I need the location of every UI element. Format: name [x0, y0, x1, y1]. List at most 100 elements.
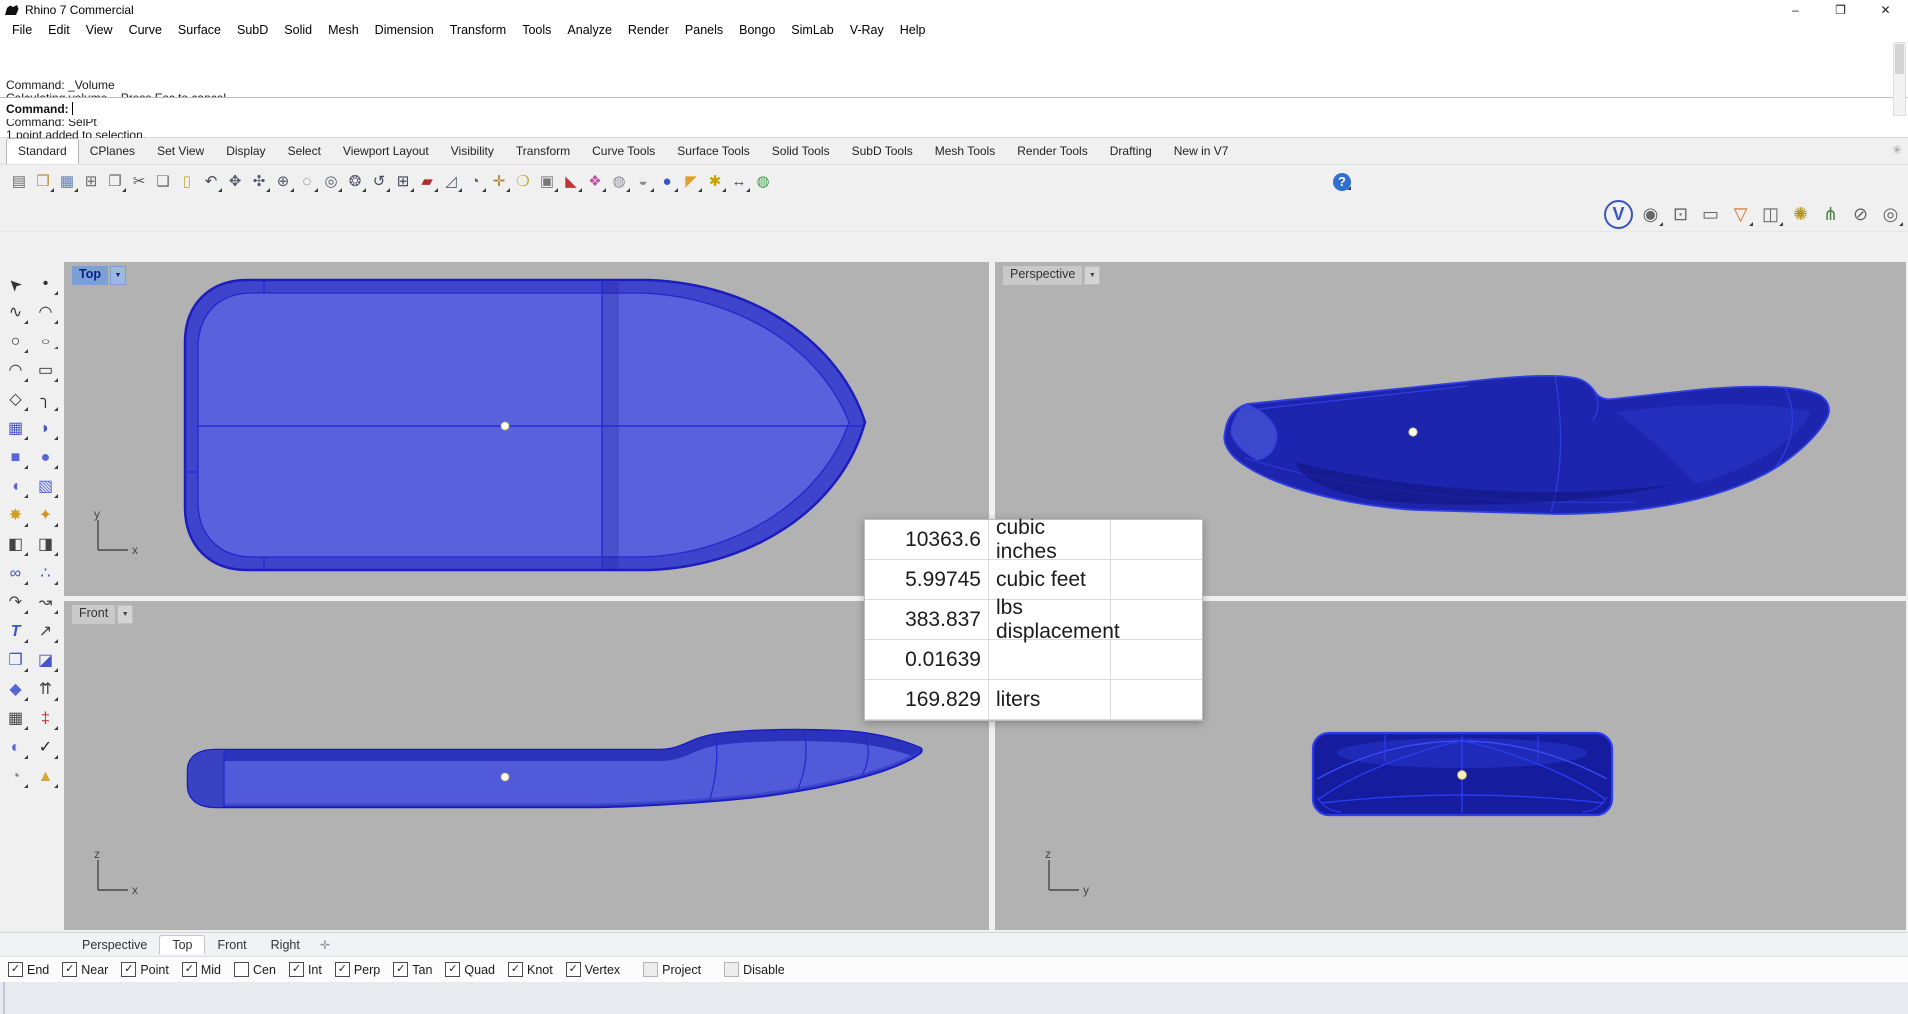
viewport-front-label[interactable]: Front ▼ [72, 605, 133, 624]
arc-icon[interactable]: ◠ [3, 359, 28, 383]
xray-display-icon[interactable]: ◒ [632, 171, 654, 193]
menu-item[interactable]: Mesh [320, 23, 367, 37]
toolbar-tab[interactable]: Render Tools [1006, 139, 1099, 164]
toolbar-tab[interactable]: CPlanes [79, 139, 146, 164]
measure-distance-icon[interactable]: ↔ [728, 171, 750, 193]
zoom-dynamic-icon[interactable]: ⊕ [272, 171, 294, 193]
zoom-window-icon[interactable]: ◌ [296, 171, 318, 193]
extract-surface-icon[interactable]: ✦ [33, 504, 58, 528]
ellipse-icon[interactable]: ○ [33, 335, 58, 350]
menu-item[interactable]: V-Ray [842, 23, 892, 37]
osnap-toggle[interactable]: ✓ Quad [445, 962, 495, 977]
toolbar-tab[interactable]: Select [277, 139, 332, 164]
osnap-toggle[interactable]: Disable [724, 962, 785, 977]
toolbar-options-gear-icon[interactable]: ✳ [1892, 143, 1902, 157]
maximize-button[interactable]: ❐ [1818, 0, 1863, 20]
checkbox[interactable]: ✓ [393, 962, 408, 977]
menu-item[interactable]: View [78, 23, 121, 37]
named-views-car-icon[interactable]: ▰ [416, 171, 438, 193]
boolean-difference-icon[interactable]: ◔ [3, 765, 28, 789]
chevron-down-icon[interactable]: ▼ [1084, 266, 1100, 285]
cut-icon[interactable]: ✂ [128, 171, 150, 193]
menu-item[interactable]: SimLab [783, 23, 841, 37]
earth-globe-icon[interactable]: ◍ [752, 171, 774, 193]
osnap-toggle-icon[interactable]: ◔ [464, 171, 486, 193]
box-icon[interactable]: ■ [3, 446, 28, 470]
options-gears-icon[interactable]: ✱ [704, 171, 726, 193]
toolbar-tab[interactable]: Viewport Layout [332, 139, 440, 164]
chevron-down-icon[interactable]: ▼ [117, 605, 133, 624]
toolbar-tab[interactable]: New in V7 [1163, 139, 1240, 164]
checkbox[interactable]: ✓ [121, 962, 136, 977]
toolbar-tab[interactable]: Set View [146, 139, 215, 164]
viewport-tab[interactable]: Front [205, 936, 258, 954]
curve-handles-icon[interactable]: ↝ [33, 591, 58, 615]
viewport-title[interactable]: Perspective [1003, 266, 1082, 285]
raytraced-display-icon[interactable]: ● [656, 171, 678, 193]
viewport-layout-icon[interactable]: ⊞ [392, 171, 414, 193]
viewport-title[interactable]: Top [72, 266, 108, 285]
checkbox[interactable]: ✓ [8, 962, 23, 977]
blend-blobs-icon[interactable]: ∞ [3, 562, 28, 586]
rotate-view-icon[interactable]: ✣ [248, 171, 270, 193]
viewport-tab[interactable]: Right [259, 936, 312, 954]
viewport-tab[interactable]: Perspective [70, 936, 159, 954]
vray-render-window-icon[interactable]: ⊡ [1668, 202, 1693, 227]
toolbar-tab[interactable]: Drafting [1099, 139, 1163, 164]
open-file-icon[interactable]: ❒ [32, 171, 54, 193]
curve-interpolate-icon[interactable]: ◠ [33, 301, 58, 325]
toolbar-tab[interactable]: Curve Tools [581, 139, 666, 164]
osnap-toggle[interactable]: ✓ Perp [335, 962, 380, 977]
cone-icon[interactable]: ▲ [33, 765, 58, 789]
shaded-display-icon[interactable]: ◣ [560, 171, 582, 193]
surface-revolve-icon[interactable]: ▧ [33, 475, 58, 499]
osnap-toggle[interactable]: ✓ Tan [393, 962, 432, 977]
menu-item[interactable]: Panels [677, 23, 731, 37]
curved-surface-icon[interactable]: ◗ [33, 417, 58, 441]
polygon-icon[interactable]: ◇ [3, 388, 28, 412]
checkbox[interactable]: ✓ [566, 962, 581, 977]
rectangle-icon[interactable]: ▭ [33, 359, 58, 383]
new-file-icon[interactable]: ▤ [8, 171, 30, 193]
vray-batch-render-icon[interactable]: ▽ [1728, 202, 1753, 227]
split-icon[interactable]: ◨ [33, 533, 58, 557]
adjust-curve-icon[interactable]: ↷ [3, 591, 28, 615]
menu-item[interactable]: Bongo [731, 23, 783, 37]
array-icon[interactable]: ⇈ [33, 678, 58, 702]
circle-icon[interactable]: ○ [3, 330, 28, 354]
menu-item[interactable]: Dimension [367, 23, 442, 37]
checkbox[interactable] [643, 962, 658, 977]
toolbar-tab[interactable]: Transform [505, 139, 581, 164]
menu-item[interactable]: Transform [442, 23, 515, 37]
menu-item[interactable]: Render [620, 23, 677, 37]
menu-item[interactable]: Help [892, 23, 934, 37]
pan-icon[interactable]: ✥ [224, 171, 246, 193]
menu-item[interactable]: Analyze [559, 23, 619, 37]
trim-icon[interactable]: ◧ [3, 533, 28, 557]
checkbox[interactable]: ✓ [289, 962, 304, 977]
vray-frame-buffer-icon[interactable]: ▭ [1698, 202, 1723, 227]
set-cplane-icon[interactable]: ◿ [440, 171, 462, 193]
distance-icon[interactable]: ‡ [33, 707, 58, 731]
polyline-icon[interactable]: ∿ [3, 301, 28, 325]
zoom-selected-icon[interactable]: ◎ [320, 171, 342, 193]
viewport-tab[interactable]: Top [159, 935, 205, 954]
select-pointer-icon[interactable]: ➤ [0, 267, 33, 302]
vray-render-teapot-icon[interactable]: ◉ [1638, 202, 1663, 227]
surface-from-points-icon[interactable]: ▦ [3, 417, 28, 441]
checkbox[interactable]: ✓ [335, 962, 350, 977]
ghosted-display-icon[interactable]: ◍ [608, 171, 630, 193]
toolbar-tab[interactable]: Standard [6, 138, 79, 164]
zoom-extents-icon[interactable]: ❂ [344, 171, 366, 193]
point-cloud-icon[interactable]: ∴ [33, 562, 58, 586]
vray-lights-icon[interactable]: ✺ [1788, 202, 1813, 227]
undo-view-icon[interactable]: ↺ [368, 171, 390, 193]
osnap-toggle[interactable]: ✓ Knot [508, 962, 553, 977]
command-scrollbar[interactable] [1893, 42, 1906, 116]
grid-array-icon[interactable]: ▦ [3, 707, 28, 731]
checkbox[interactable]: ✓ [182, 962, 197, 977]
close-button[interactable]: ✕ [1863, 0, 1908, 20]
osnap-toggle[interactable]: Project [643, 962, 701, 977]
menu-item[interactable]: Edit [40, 23, 78, 37]
checkbox[interactable] [724, 962, 739, 977]
